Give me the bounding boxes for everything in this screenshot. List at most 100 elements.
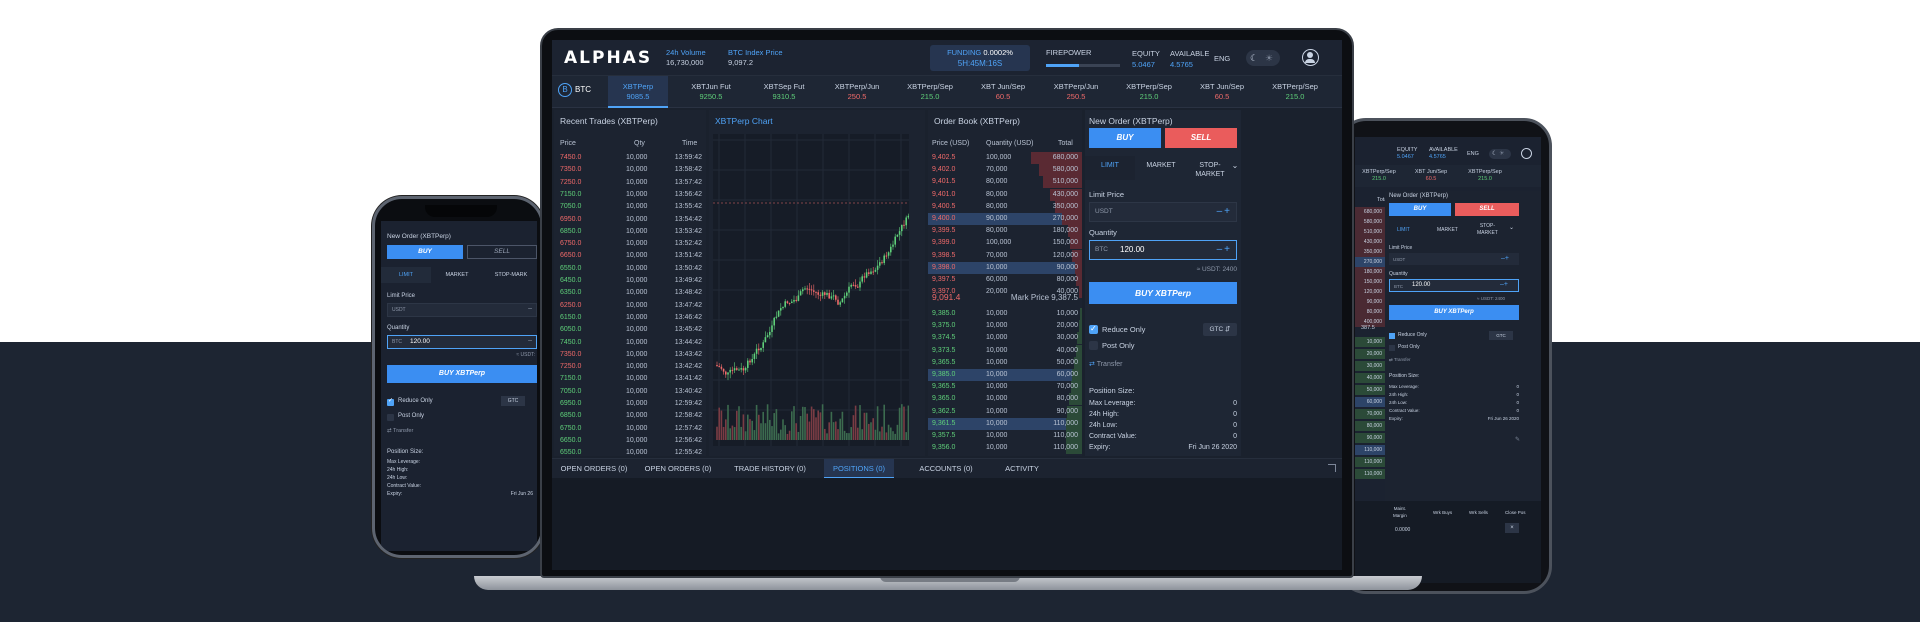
price-chart[interactable]: [709, 110, 925, 456]
bid-row[interactable]: 9,362.5 10,000 90,000: [928, 405, 1082, 418]
ask-row[interactable]: 9,398.5 70,000 120,000: [928, 249, 1082, 262]
sell-button[interactable]: SELL: [1165, 128, 1237, 148]
ask-row[interactable]: 9,397.5 60,000 80,000: [928, 274, 1082, 286]
phone-post-only-checkbox[interactable]: [387, 414, 394, 421]
qty-minus-plus-icon[interactable]: –+: [1217, 244, 1232, 255]
phone-tab-stop-market[interactable]: STOP-MARK: [483, 267, 537, 283]
bid-row[interactable]: 9,361.5 10,000 110,000: [928, 417, 1082, 430]
bid-row[interactable]: 9,365.5 10,000 70,000: [928, 381, 1082, 394]
phone-qty-minus-icon[interactable]: –: [528, 337, 532, 344]
tablet-theme-toggle[interactable]: ☾ ☀: [1489, 149, 1511, 159]
bottom-tab[interactable]: ACCOUNTS (0): [906, 459, 986, 479]
instrument-tab[interactable]: XBT Jun/Sep 60.5: [973, 76, 1033, 108]
tablet-close-position-button[interactable]: ×: [1505, 523, 1519, 533]
bid-row[interactable]: 9,374.5 10,000 30,000: [928, 332, 1082, 345]
bid-row[interactable]: 9,365.0 10,000 80,000: [928, 393, 1082, 406]
tablet-tab-stop-market[interactable]: STOP- MARKET: [1477, 223, 1498, 237]
phone-minus-icon[interactable]: –: [528, 305, 532, 312]
bid-row[interactable]: 9,385.0 10,000 60,000: [928, 369, 1082, 381]
stat-24h-volume: 24h Volume 16,730,000: [666, 48, 706, 68]
tab-market[interactable]: MARKET: [1135, 156, 1187, 180]
instrument-tab[interactable]: XBTPerp/Sep 215.0: [1265, 76, 1325, 108]
phone-buy-button[interactable]: BUY: [387, 245, 463, 259]
tablet-reduce-only-checkbox[interactable]: [1389, 333, 1395, 339]
ask-row[interactable]: 9,401.5 80,000 510,000: [928, 176, 1082, 189]
bottom-tab[interactable]: OPEN ORDERS (0): [638, 459, 718, 479]
limit-price-input[interactable]: USDT –+: [1089, 202, 1237, 222]
phone-tif-select[interactable]: GTC: [501, 396, 525, 406]
post-only-checkbox[interactable]: [1089, 341, 1098, 350]
book-total: 110,000: [1053, 444, 1078, 452]
phone-tab-limit[interactable]: LIMIT: [381, 267, 431, 283]
ask-row[interactable]: 9,399.0 100,000 150,000: [928, 237, 1082, 250]
tablet-tab-market[interactable]: MARKET: [1437, 227, 1458, 234]
phone-reduce-only-checkbox[interactable]: [387, 397, 394, 406]
tablet-edit-icon[interactable]: ✎: [1515, 437, 1520, 444]
instrument-tab[interactable]: XBTPerp 9085.5: [608, 76, 668, 108]
instrument-tab[interactable]: XBTPerp/Jun 250.5: [827, 76, 887, 108]
phone-tab-market[interactable]: MARKET: [431, 267, 483, 283]
ask-row[interactable]: 9,402.5 100,000 680,000: [928, 152, 1082, 164]
user-account-icon[interactable]: [1302, 49, 1319, 66]
tablet-tab-limit[interactable]: LIMIT: [1397, 227, 1410, 234]
tablet-language[interactable]: ENG: [1467, 151, 1479, 158]
buy-button[interactable]: BUY: [1089, 128, 1161, 148]
time-in-force-select[interactable]: GTC ⇵: [1203, 323, 1237, 336]
instrument-tab[interactable]: XBTSep Fut 9310.5: [754, 76, 814, 108]
phone-quantity-input[interactable]: BTC 120.00 –: [387, 335, 537, 349]
phone-sell-button[interactable]: SELL: [467, 245, 537, 259]
language-selector[interactable]: ENG: [1214, 54, 1230, 63]
phone-transfer-link[interactable]: ⇄ Transfer: [387, 428, 413, 434]
ask-row[interactable]: 9,398.0 10,000 90,000: [928, 261, 1082, 274]
instrument-tab[interactable]: XBTPerp/Sep 215.0: [1119, 76, 1179, 108]
tablet-post-only-checkbox[interactable]: [1389, 345, 1395, 351]
bid-row[interactable]: 9,373.5 10,000 40,000: [928, 344, 1082, 357]
ask-row[interactable]: 9,399.5 80,000 180,000: [928, 225, 1082, 238]
tab-limit[interactable]: LIMIT: [1085, 156, 1135, 180]
tablet-quantity-input[interactable]: BTC 120.00 –+: [1389, 279, 1519, 292]
tablet-instrument[interactable]: XBT Jun/Sep 60.5: [1411, 169, 1451, 183]
expand-icon[interactable]: [1328, 464, 1336, 472]
tablet-buy-button[interactable]: BUY: [1389, 203, 1451, 216]
bottom-tab[interactable]: TRADE HISTORY (0): [722, 459, 818, 479]
bottom-tab[interactable]: POSITIONS (0): [824, 459, 894, 479]
instrument-tab[interactable]: XBTPerp/Sep 215.0: [900, 76, 960, 108]
tab-stop-market[interactable]: STOP- MARKET: [1189, 156, 1231, 180]
minus-plus-icon[interactable]: –+: [1217, 206, 1232, 217]
instrument-tab[interactable]: XBTJun Fut 9250.5: [681, 76, 741, 108]
theme-toggle[interactable]: ☾ ☀: [1246, 50, 1280, 66]
tablet-user-icon[interactable]: [1521, 148, 1532, 159]
instrument-tab[interactable]: XBTPerp/Jun 250.5: [1046, 76, 1106, 108]
ask-row[interactable]: 9,402.0 70,000 580,000: [928, 164, 1082, 177]
tablet-limit-price-input[interactable]: USDT –+: [1389, 253, 1519, 265]
bid-row[interactable]: 9,385.0 10,000 10,000: [928, 308, 1082, 320]
tab-chevron-down-icon[interactable]: ⌄: [1229, 156, 1241, 180]
quantity-input[interactable]: BTC 120.00 –+: [1089, 240, 1237, 260]
bid-row[interactable]: 9,375.0 10,000 20,000: [928, 320, 1082, 333]
ask-row[interactable]: 9,400.5 80,000 350,000: [928, 200, 1082, 213]
phone-submit-button[interactable]: BUY XBTPerp: [387, 365, 537, 383]
tablet-submit-button[interactable]: BUY XBTPerp: [1389, 305, 1519, 320]
submit-order-button[interactable]: BUY XBTPerp: [1089, 282, 1237, 304]
reduce-only-checkbox[interactable]: [1089, 324, 1098, 334]
tablet-qty-minus-plus-icon[interactable]: –+: [1500, 281, 1508, 288]
phone-limit-price-input[interactable]: USDT –: [387, 303, 537, 317]
bottom-tab[interactable]: ACTIVITY: [992, 459, 1052, 479]
tablet-tif-select[interactable]: GTC: [1489, 331, 1513, 340]
bid-row[interactable]: 9,356.0 10,000 110,000: [928, 442, 1082, 455]
bottom-tab[interactable]: OPEN ORDERS (0): [554, 459, 634, 479]
tablet-instrument[interactable]: XBTPerp/Sep 215.0: [1359, 169, 1399, 183]
tablet-tab-chevron-icon[interactable]: ⌄: [1509, 225, 1514, 232]
transfer-link[interactable]: ⇄ Transfer: [1089, 360, 1123, 368]
ask-row[interactable]: 9,401.0 80,000 430,000: [928, 188, 1082, 201]
coin-selector[interactable]: B BTC: [558, 83, 591, 97]
tablet-instrument[interactable]: XBTPerp/Sep 215.0: [1465, 169, 1505, 183]
instrument-tab[interactable]: XBT Jun/Sep 60.5: [1192, 76, 1252, 108]
tablet-transfer-link[interactable]: ⇄ Transfer: [1389, 356, 1411, 363]
bid-row[interactable]: 9,365.5 10,000 50,000: [928, 356, 1082, 369]
app-logo[interactable]: ALPHAS: [564, 48, 652, 68]
bid-row[interactable]: 9,357.5 10,000 110,000: [928, 430, 1082, 442]
tablet-sell-button[interactable]: SELL: [1455, 203, 1519, 216]
tablet-minus-plus-icon[interactable]: –+: [1501, 255, 1509, 262]
ask-row[interactable]: 9,400.0 90,000 270,000: [928, 213, 1082, 225]
